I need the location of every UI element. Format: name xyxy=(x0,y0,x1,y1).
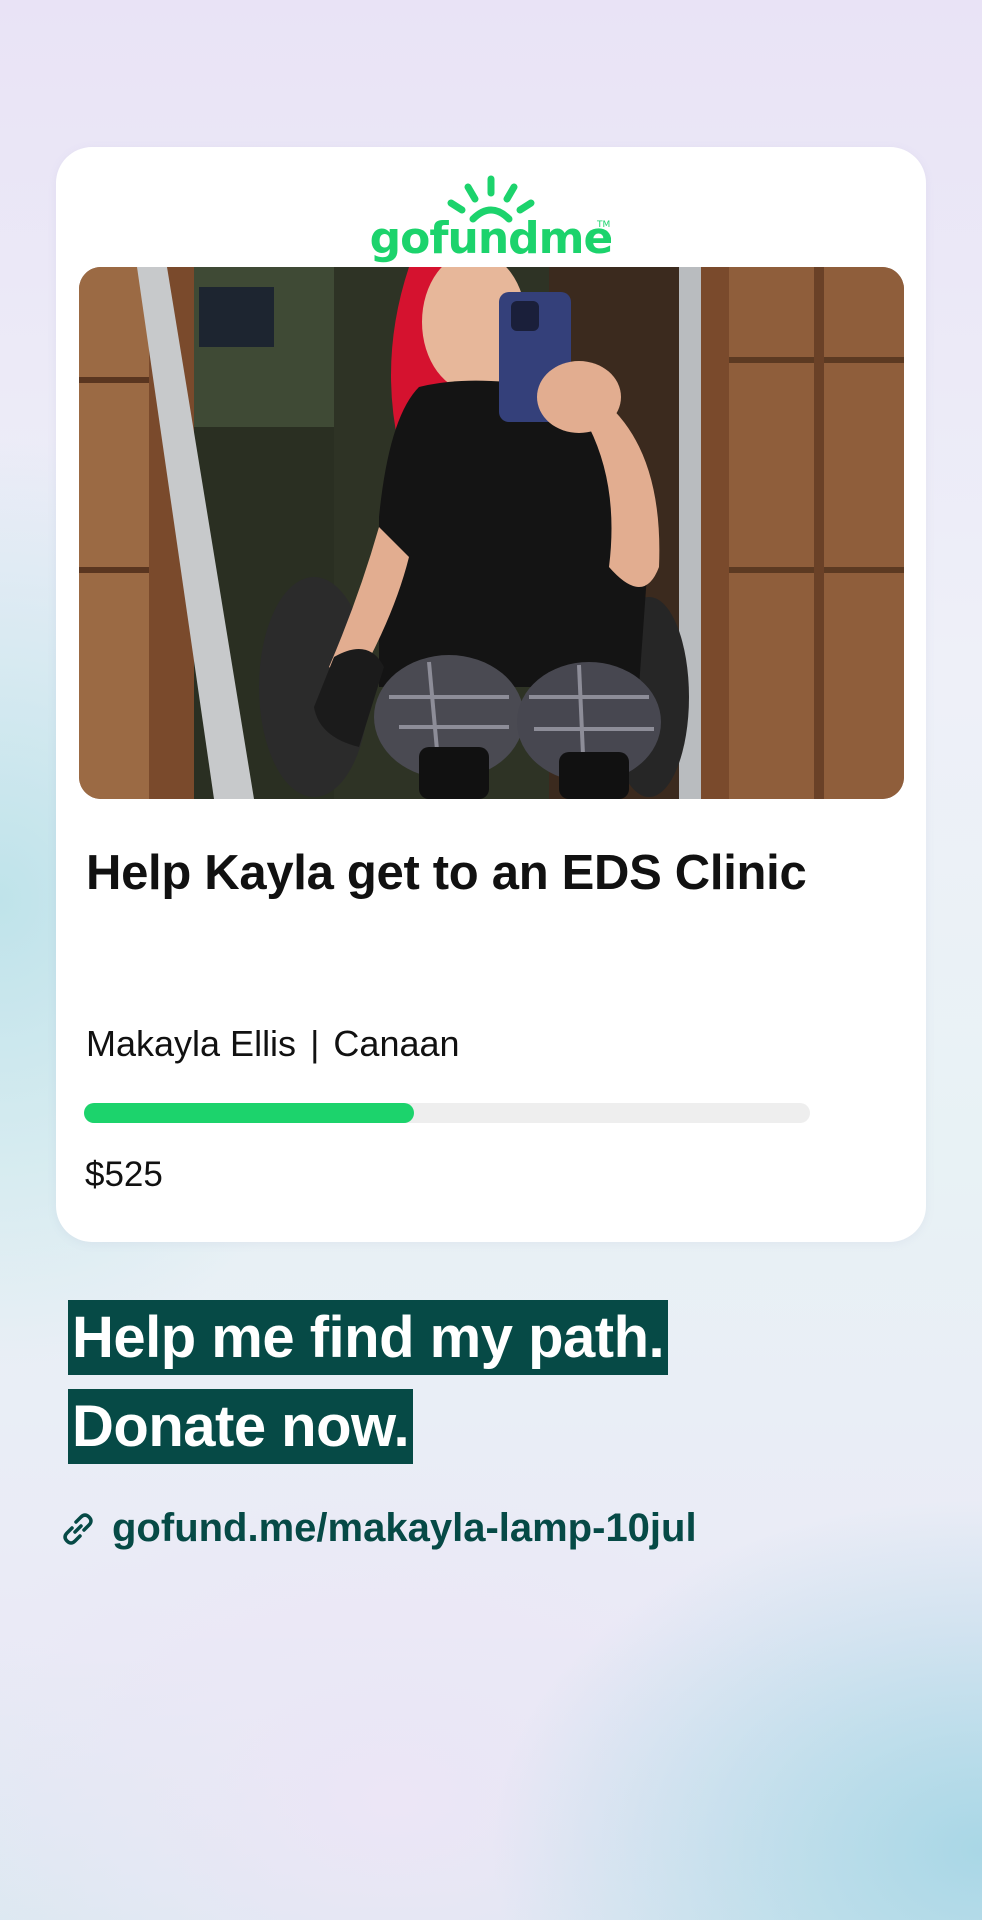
gofundme-logo: gofundme TM xyxy=(56,173,926,269)
meta-separator: | xyxy=(310,1023,320,1064)
cta-line-2: Donate now. xyxy=(68,1389,414,1464)
svg-text:gofundme: gofundme xyxy=(371,213,611,264)
fundraiser-card[interactable]: gofundme TM Help Kayla get to an EDS Cli… xyxy=(56,147,926,1242)
progress-fill xyxy=(84,1103,415,1123)
svg-text:TM: TM xyxy=(596,220,610,230)
campaign-photo[interactable] xyxy=(79,267,904,799)
link-url[interactable]: gofund.me/makayla-lamp-10jul xyxy=(112,1506,697,1551)
campaign-location: Canaan xyxy=(333,1023,460,1064)
cta-line-1: Help me find my path. xyxy=(68,1300,669,1375)
campaign-title[interactable]: Help Kayla get to an EDS Clinic xyxy=(86,845,807,901)
call-to-action: Help me find my path. Donate now. xyxy=(68,1300,669,1478)
amount-raised: $525 xyxy=(85,1155,163,1194)
progress-bar xyxy=(84,1103,810,1123)
organizer-name: Makayla Ellis xyxy=(86,1023,297,1064)
link-icon xyxy=(58,1509,98,1549)
campaign-meta: Makayla Ellis | Canaan xyxy=(86,1023,460,1065)
donation-link[interactable]: gofund.me/makayla-lamp-10jul xyxy=(58,1506,697,1551)
